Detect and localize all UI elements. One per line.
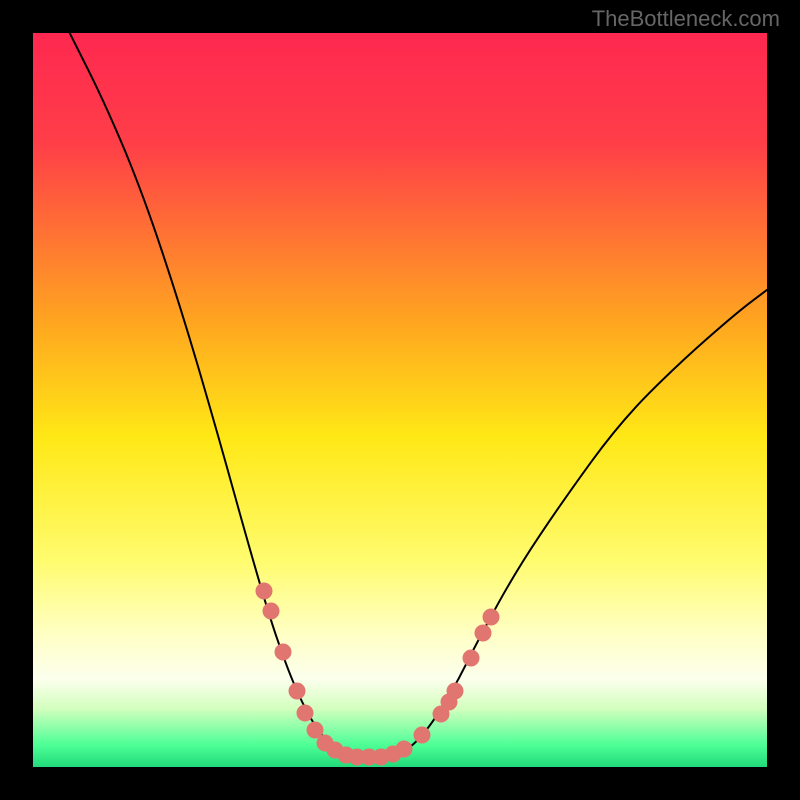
highlight-point: [483, 609, 500, 626]
highlight-point: [297, 705, 314, 722]
highlight-point: [474, 624, 491, 641]
highlight-point: [396, 740, 413, 757]
highlight-point: [262, 602, 279, 619]
highlight-point: [275, 643, 292, 660]
bottleneck-curve: [33, 33, 767, 767]
highlight-point: [288, 683, 305, 700]
highlight-point: [256, 582, 273, 599]
chart-plot-area: [33, 33, 767, 767]
highlight-point: [414, 727, 431, 744]
highlight-point: [447, 682, 464, 699]
watermark: TheBottleneck.com: [592, 6, 780, 32]
highlight-point: [463, 650, 480, 667]
